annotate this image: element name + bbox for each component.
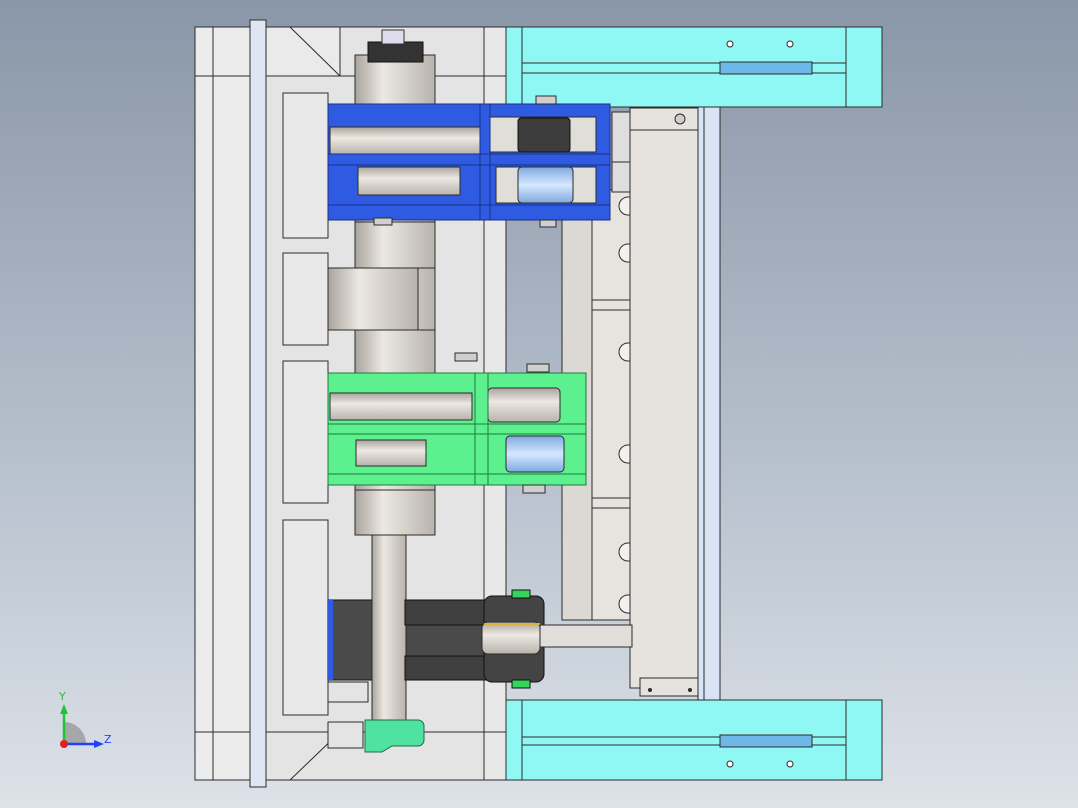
triad-y-label: Y [58,690,66,703]
left-clamp-plate-lip [249,19,267,788]
frame-chamfer-top [265,26,341,77]
cad-viewport[interactable]: Y Z [0,0,1078,808]
bolt-row-top [719,61,813,75]
blue-light-roller [517,166,574,204]
blue-toggle-linkage [327,103,611,221]
blue-dark-roller [517,117,571,153]
ejector-housing [629,107,699,689]
green-toggle-linkage [327,372,587,486]
green-light-roller [505,435,565,473]
coordinate-triad-icon: Y Z [58,690,112,748]
piston-rod [371,534,407,721]
guide-rail [697,72,721,736]
bolt-holes [726,40,794,768]
shaft-cap [367,41,424,63]
triad-z-label: Z [104,733,112,746]
mold-assembly-drawing[interactable]: Y Z [0,0,1078,808]
support-pillars [282,92,329,716]
bolt-row-bottom [719,734,813,748]
